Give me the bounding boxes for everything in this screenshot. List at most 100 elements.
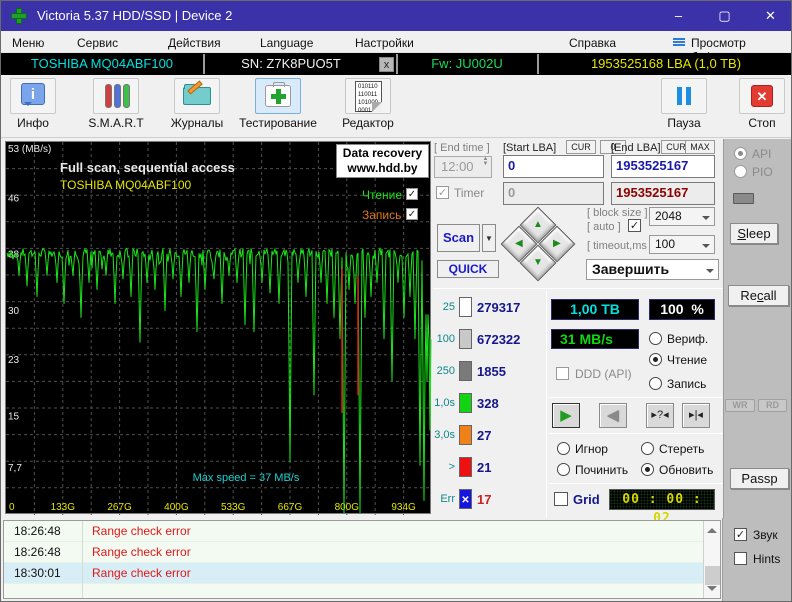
stat-value: 27 [477,428,491,443]
sound-label: Звук [753,528,778,542]
info-button[interactable]: i Инфо [5,78,61,130]
mode-verify-radio[interactable] [649,332,662,345]
quick-button[interactable]: QUICK [437,260,499,278]
mode-verify-label: Вериф. [667,332,708,346]
stat-color-block [459,393,472,413]
play-button[interactable]: ▶ [552,403,580,428]
log-row-selected[interactable]: 18:30:01Range check error [4,563,703,584]
scroll-down-icon[interactable] [707,586,717,596]
svg-text:800G: 800G [335,502,360,513]
scan-button[interactable]: Scan [437,224,480,252]
stat-color-block [459,329,472,349]
hints-checkbox[interactable] [734,552,747,565]
minimize-button[interactable]: – [656,1,701,31]
start-lba-cur-button[interactable]: CUR [566,140,596,154]
svg-text:400G: 400G [164,502,189,513]
read-checkbox[interactable]: ✓ [406,188,418,200]
stat-color-block [459,361,472,381]
mode-write-radio[interactable] [649,377,662,390]
block-size-label: [ block size ] [587,207,648,219]
device-close-button[interactable]: x [379,57,394,72]
log-scrollbar[interactable] [703,521,721,598]
stat-label: 25 [431,301,455,313]
size-display: 1,00 TB [551,299,639,320]
app-icon [10,7,28,25]
log-side-panel: ✓ Звук Hints [722,518,792,602]
timer-checkbox[interactable]: ✓ [436,186,449,199]
sound-checkbox[interactable]: ✓ [734,528,747,541]
log-area: 18:26:48Range check error 18:26:48Range … [3,520,721,599]
menu-item-language[interactable]: Language [256,34,317,52]
auto-label: [ auto ] [587,221,621,233]
stat-label: 100 [431,333,455,345]
editor-button[interactable]: 0101101100111010000001 Редактор [333,78,403,130]
smart-icon [93,78,139,114]
svg-text:23: 23 [8,355,20,366]
sleep-button[interactable]: Sleep [730,223,778,244]
legend-read-label: Чтение [362,188,402,202]
graph-series-label: TOSHIBA MQ04ABF100 [60,178,191,192]
stop-button[interactable]: ✕ Стоп [734,78,790,130]
smart-button[interactable]: S.M.A.R.T [81,78,151,130]
action-ignore-radio[interactable] [557,442,570,455]
menu-item-actions[interactable]: Действия [164,34,225,52]
menu-item-menu[interactable]: Меню [8,34,48,52]
svg-text:53 (MB/s): 53 (MB/s) [8,144,51,155]
timer-label: Timer [454,186,484,200]
action-repair-radio[interactable] [557,463,570,476]
end-lba-input[interactable]: 1953525167 [611,155,715,178]
testing-button[interactable]: Тестирование [235,78,321,130]
rewind-button[interactable]: ◀ [599,403,627,428]
log-row[interactable]: 18:26:48Range check error [4,542,703,563]
timeout-select[interactable]: 100 [649,235,715,254]
scroll-up-icon[interactable] [707,523,717,533]
watermark-badge: Data recoverywww.hdd.by [336,144,429,178]
api-radio[interactable] [734,147,747,160]
wr-button[interactable]: WR [725,399,755,412]
seek-end-button[interactable]: ▸|◂ [682,403,710,428]
stat-label: 1,0s [431,397,455,409]
seek-pad: ▲ ▶ ◀ ▼ [506,210,572,276]
action-refresh-radio[interactable] [641,463,654,476]
rd-button[interactable]: RD [758,399,787,412]
menu-item-help[interactable]: Справка [565,34,620,52]
hints-label: Hints [753,552,780,566]
seek-error-button[interactable]: ▸?◂ [646,403,674,428]
end-lba-max-button[interactable]: MAX [685,140,715,154]
journals-button[interactable]: Журналы [165,78,229,130]
pio-radio[interactable] [734,165,747,178]
start-lba-label: [Start LBA] [503,142,556,154]
mode-write-label: Запись [667,377,706,391]
maximize-button[interactable]: ▢ [702,1,747,31]
grid-checkbox[interactable] [554,492,568,506]
ddd-label: DDD (API) [575,367,632,381]
scan-dropdown-button[interactable]: ▼ [482,224,496,252]
end-action-select[interactable]: Завершить [586,259,719,280]
scroll-thumb[interactable] [705,566,720,585]
ddd-checkbox[interactable] [556,367,569,380]
editor-binary-icon: 0101101100111010000001 [345,78,391,114]
recall-button[interactable]: Recall [728,285,789,306]
timeout-label: [ timeout,ms ] [587,240,653,252]
stat-label: 250 [431,365,455,377]
log-row[interactable]: 18:26:48Range check error [4,521,703,542]
write-checkbox[interactable]: ✓ [406,208,418,220]
window-title: Victoria 5.37 HDD/SSD | Device 2 [37,8,232,23]
percent-display: 100 % [649,299,715,320]
start-lba-input[interactable]: 0 [503,155,604,178]
device-model[interactable]: TOSHIBA MQ04ABF100 [1,56,203,71]
device-capacity: 1953525168 LBA (1,0 TB) [539,56,792,71]
block-size-select[interactable]: 2048 [649,207,715,226]
auto-checkbox[interactable]: ✓ [628,219,641,232]
menu-item-service[interactable]: Сервис [73,34,122,52]
passp-button[interactable]: Passp [730,468,789,489]
action-erase-radio[interactable] [641,442,654,455]
mode-read-radio[interactable] [649,353,662,366]
device-firmware: Fw: JU002U [398,56,536,71]
end-time-spin-arrows[interactable]: ▲▼ [479,157,492,167]
stat-label: Err [431,493,455,505]
menu-item-settings[interactable]: Настройки [351,34,418,52]
pause-button[interactable]: Пауза [656,78,712,130]
close-button[interactable]: ✕ [748,1,792,31]
stat-label: 3,0s [431,429,455,441]
